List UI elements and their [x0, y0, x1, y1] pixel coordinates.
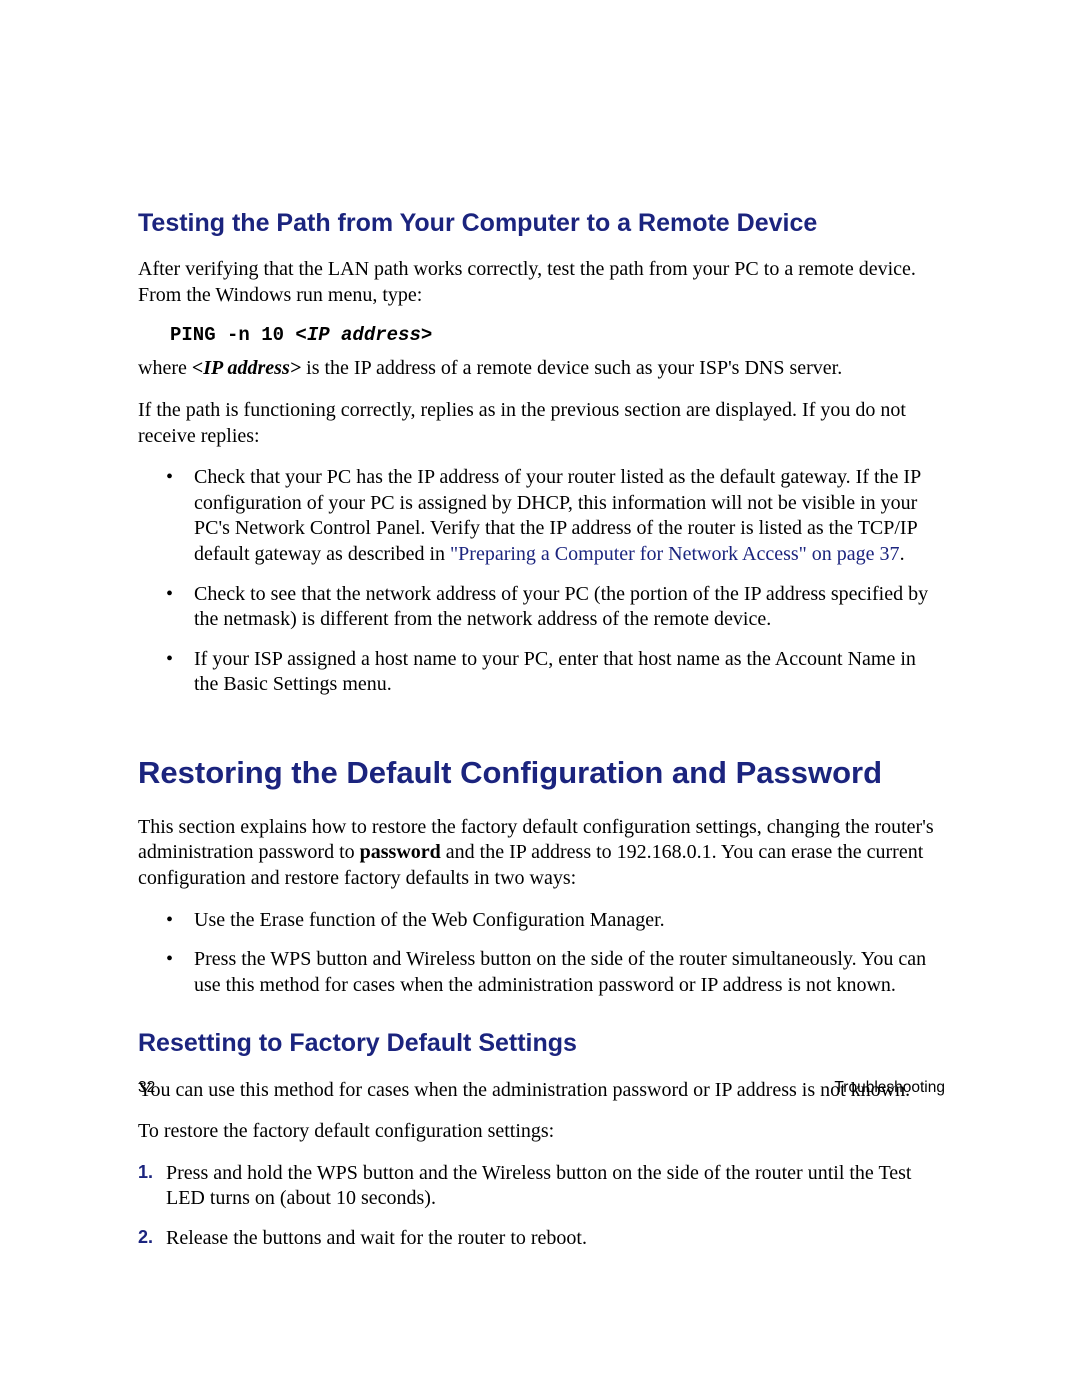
list-item: Use the Erase function of the Web Config…	[166, 908, 945, 934]
paragraph: where <IP address> is the IP address of …	[138, 356, 945, 382]
list-item: Press and hold the WPS button and the Wi…	[138, 1161, 945, 1212]
command-arg: IP address	[307, 324, 421, 346]
paragraph: If the path is functioning correctly, re…	[138, 398, 945, 449]
bullet-list: Use the Erase function of the Web Config…	[138, 908, 945, 999]
list-item: If your ISP assigned a host name to your…	[166, 647, 945, 698]
inline-code-arg: <IP address>	[192, 357, 301, 379]
command-line: PING -n 10 <IP address>	[138, 324, 945, 346]
page-number: 32	[138, 1079, 155, 1097]
document-page: Testing the Path from Your Computer to a…	[0, 0, 1080, 1397]
bullet-list: Check that your PC has the IP address of…	[138, 465, 945, 698]
list-item: Check that your PC has the IP address of…	[166, 465, 945, 567]
numbered-list: Press and hold the WPS button and the Wi…	[138, 1161, 945, 1252]
cross-reference-link[interactable]: "Preparing a Computer for Network Access…	[450, 543, 900, 565]
bold-text: password	[360, 841, 441, 863]
list-item: Press the WPS button and Wireless button…	[166, 947, 945, 998]
text: is the IP address of a remote device suc…	[301, 357, 842, 379]
section-name: Troubleshooting	[834, 1079, 945, 1097]
paragraph: After verifying that the LAN path works …	[138, 257, 945, 308]
paragraph: This section explains how to restore the…	[138, 815, 945, 892]
heading-restoring-default: Restoring the Default Configuration and …	[138, 754, 945, 793]
command-prefix: PING -n 10 <	[170, 324, 307, 346]
list-item: Release the buttons and wait for the rou…	[138, 1226, 945, 1252]
command-suffix: >	[421, 324, 432, 346]
heading-resetting-factory: Resetting to Factory Default Settings	[138, 1028, 945, 1059]
heading-testing-path: Testing the Path from Your Computer to a…	[138, 208, 945, 239]
list-item: Check to see that the network address of…	[166, 582, 945, 633]
text: where	[138, 357, 192, 379]
paragraph: To restore the factory default configura…	[138, 1119, 945, 1145]
paragraph: You can use this method for cases when t…	[138, 1078, 945, 1104]
text: .	[900, 543, 905, 565]
